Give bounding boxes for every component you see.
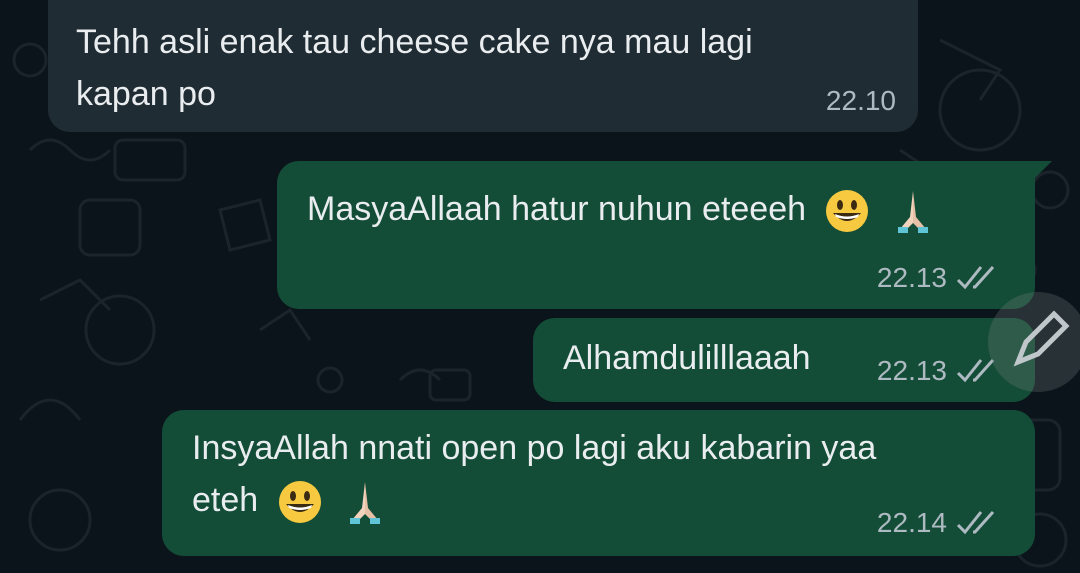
message-time: 22.13 [876, 355, 947, 386]
message-text: Tehh asli enak tau cheese cake nya mau l… [76, 23, 753, 113]
pencil-icon [1013, 310, 1070, 367]
message-time: 22.13 [876, 262, 947, 293]
folded-hands-emoji [341, 478, 389, 526]
outgoing-message-bubble[interactable]: InsyaAllah nnati open po lagi aku kabari… [162, 410, 1035, 556]
message-time: 22.14 [876, 507, 947, 538]
message-meta: 22.13 [877, 263, 1001, 293]
outgoing-message-bubble[interactable]: Alhamdulilllaaah 22.13 [533, 318, 1035, 402]
incoming-message-bubble[interactable]: Tehh asli enak tau cheese cake nya mau l… [48, 0, 918, 132]
outgoing-message-bubble[interactable]: MasyaAllaah hatur nuhun eteeeh 22.13 [277, 161, 1035, 309]
bubble-tail [1030, 161, 1052, 183]
double-check-icon [956, 510, 995, 535]
message-text: MasyaAllaah hatur nuhun eteeeh [307, 183, 937, 235]
message-text: InsyaAllah nnati open po lagi aku kabari… [192, 422, 876, 526]
message-text: Alhamdulilllaaah [563, 339, 811, 377]
message-meta: 22.14 [877, 508, 1001, 538]
grinning-face-emoji [276, 478, 324, 526]
message-meta: 22.10 [826, 86, 896, 116]
double-check-icon [956, 265, 995, 290]
folded-hands-emoji [889, 187, 937, 235]
message-meta: 22.13 [877, 356, 1001, 386]
message-time: 22.10 [825, 85, 896, 116]
edit-fab[interactable] [988, 292, 1080, 392]
grinning-face-emoji [823, 187, 871, 235]
